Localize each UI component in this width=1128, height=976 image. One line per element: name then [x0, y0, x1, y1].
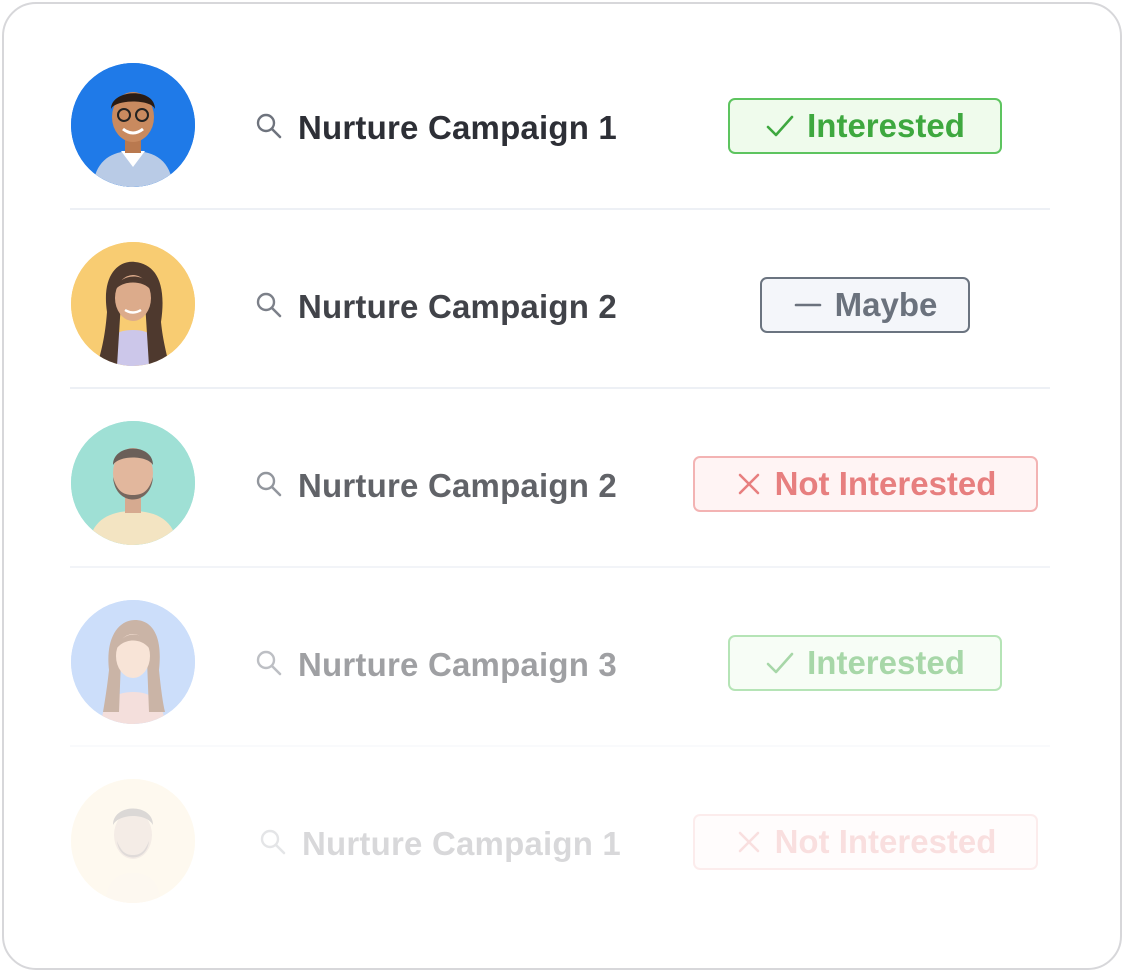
campaign-name: Nurture Campaign 1	[298, 109, 617, 146]
campaign-name: Nurture Campaign 2	[298, 467, 617, 504]
campaign-name: Nurture Campaign 3	[298, 646, 617, 683]
status-label: Not Interested	[774, 465, 997, 502]
campaign-name: Nurture Campaign 2	[298, 288, 617, 325]
avatar	[71, 63, 195, 187]
campaign: Nurture Campaign 1	[258, 822, 621, 866]
status-badge[interactable]: Interested	[728, 98, 1002, 154]
campaign: Nurture Campaign 2	[254, 285, 617, 329]
search-icon	[254, 648, 298, 683]
campaign-name: Nurture Campaign 1	[302, 825, 621, 862]
list-item[interactable]: Nurture Campaign 2 Maybe	[4, 189, 1124, 367]
list-item[interactable]: Nurture Campaign 1 Not Interested	[4, 726, 1124, 904]
minus-icon	[793, 290, 823, 320]
search-icon	[254, 469, 298, 504]
list-item[interactable]: Nurture Campaign 3 Interested	[4, 547, 1124, 725]
status-badge[interactable]: Maybe	[760, 277, 970, 333]
campaign: Nurture Campaign 2	[254, 464, 617, 508]
status-label: Interested	[807, 107, 965, 144]
x-icon	[735, 470, 763, 498]
avatar	[71, 600, 195, 724]
avatar	[71, 779, 195, 903]
status-badge[interactable]: Interested	[728, 635, 1002, 691]
campaign: Nurture Campaign 3	[254, 643, 617, 687]
list-item[interactable]: Nurture Campaign 1 Interested	[4, 10, 1124, 188]
status-label: Maybe	[834, 286, 938, 323]
status-badge[interactable]: Not Interested	[693, 814, 1038, 870]
leads-list-card: Nurture Campaign 1 Interested Nurture Ca…	[2, 2, 1122, 970]
list-item[interactable]: Nurture Campaign 2 Not Interested	[4, 368, 1124, 546]
status-label: Interested	[807, 644, 965, 681]
status-label: Not Interested	[774, 823, 997, 860]
search-icon	[254, 111, 298, 146]
status-badge[interactable]: Not Interested	[693, 456, 1038, 512]
avatar	[71, 421, 195, 545]
x-icon	[735, 828, 763, 856]
avatar	[71, 242, 195, 366]
search-icon	[258, 827, 302, 862]
check-icon	[765, 111, 795, 141]
campaign: Nurture Campaign 1	[254, 106, 617, 150]
check-icon	[765, 648, 795, 678]
search-icon	[254, 290, 298, 325]
